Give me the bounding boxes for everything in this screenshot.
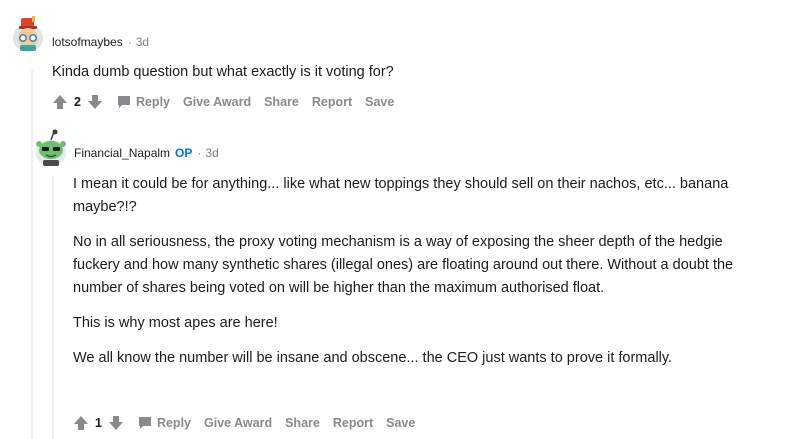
comment-paragraph: We all know the number will be insane an… [73,350,673,366]
comment-paragraph: No in all seriousness, the proxy voting … [73,234,734,296]
upvote-icon[interactable] [73,415,89,431]
meta-separator: · [127,35,132,49]
thread-line-outer[interactable] [31,70,33,439]
comment-text: Kinda dumb question but what exactly is … [52,64,394,80]
avatar-financial-napalm-icon [36,129,66,166]
score: 2 [74,95,81,109]
give-award-button[interactable]: Give Award [204,416,272,430]
upvote-icon[interactable] [52,94,68,110]
downvote-icon[interactable] [108,415,124,431]
avatar-lotsofmaybes-icon [13,16,43,52]
reply-label: Reply [135,95,170,109]
score: 1 [95,416,102,430]
comment-paragraph: I mean it could be for anything... like … [73,176,729,215]
avatar[interactable] [34,128,68,168]
share-button[interactable]: Share [285,416,320,430]
report-button[interactable]: Report [312,95,352,109]
comment-actions: 2 Reply Give Award Share Report Save [52,90,394,114]
save-button[interactable]: Save [386,416,415,430]
comment-meta: Financial_Napalm OP · 3d [74,146,219,160]
meta-separator: · [197,146,202,160]
thread-line-inner[interactable] [52,176,54,439]
author-link[interactable]: lotsofmaybes [52,35,123,49]
comment-body: I mean it could be for anything... like … [73,173,773,382]
reply-button[interactable]: Reply [117,95,170,109]
give-award-button[interactable]: Give Award [183,95,251,109]
author-link[interactable]: Financial_Napalm [74,146,170,160]
share-button[interactable]: Share [264,95,299,109]
report-button[interactable]: Report [333,416,373,430]
reply-label: Reply [156,416,191,430]
op-badge: OP [175,146,193,160]
reply-icon [117,96,130,108]
save-button[interactable]: Save [365,95,394,109]
avatar[interactable] [10,14,46,54]
reply-button[interactable]: Reply [138,416,191,430]
timestamp[interactable]: 3d [136,35,149,49]
timestamp[interactable]: 3d [205,146,218,160]
downvote-icon[interactable] [87,94,103,110]
comment-meta: lotsofmaybes · 3d [52,35,149,49]
reply-icon [138,417,151,429]
comment-actions: 1 Reply Give Award Share Report Save [73,411,415,435]
comment-paragraph: This is why most apes are here! [73,315,278,331]
